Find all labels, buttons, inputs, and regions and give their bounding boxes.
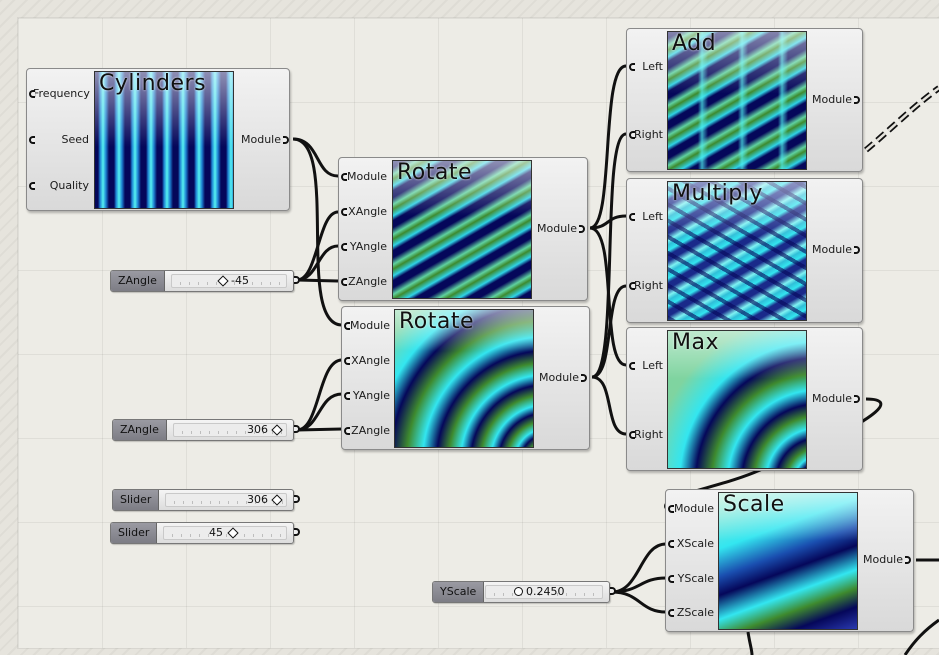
wire-r1-add[interactable] [589,64,627,230]
max-node[interactable]: Left Right Max Module [626,327,863,471]
slider-1[interactable]: Slider 306 [112,489,300,511]
output-module[interactable]: Module [812,243,860,256]
zangle-slider-2[interactable]: ZAngle 306 [112,419,300,441]
cylinders-node[interactable]: Frequency Seed Quality Cylinders Module [26,68,290,211]
input-module[interactable]: Module [341,170,387,183]
add-title: Add [672,31,717,56]
slider-label: ZAngle [111,271,165,291]
rotate-node-1[interactable]: Module XAngle YAngle ZAngle Rotate Modul… [338,157,588,301]
slider-label: YScale [433,582,485,602]
slider-value: -45 [231,274,249,287]
wire-r2-max[interactable] [591,375,627,436]
slider-2[interactable]: Slider 45 [110,522,300,544]
rotate-node-2[interactable]: Module XAngle YAngle ZAngle Rotate Modul… [341,306,590,450]
scale-title: Scale [723,492,785,517]
max-title: Max [672,330,719,355]
rotate-2-preview: Rotate [394,309,534,448]
slider-value: 45 [209,526,223,539]
input-zscale[interactable]: ZScale [668,606,714,619]
slider-value: 306 [247,423,268,436]
rotate-1-title: Rotate [397,160,473,185]
input-zangle[interactable]: ZAngle [341,275,387,288]
wire-z2-z[interactable] [296,427,343,432]
multiply-preview: Multiply [667,181,807,321]
wire-add-out-dashed-inner [865,86,939,151]
slider-value: 0.2450 [526,585,565,598]
add-node[interactable]: Left Right Add Module [626,28,863,172]
output-module[interactable]: Module [812,93,860,106]
wire-z2-y[interactable] [296,392,343,432]
add-preview: Add [667,31,807,170]
yscale-slider[interactable]: YScale 0.2450 [432,581,616,603]
slider-track[interactable] [163,526,287,540]
multiply-node[interactable]: Left Right Multiply Module [626,178,863,323]
wire-z1-z[interactable] [296,278,339,283]
input-xscale[interactable]: XScale [668,537,714,550]
input-module[interactable]: Module [668,502,714,515]
slider-track[interactable] [165,493,287,507]
wire-scale-down[interactable] [746,631,754,655]
rotate-2-title: Rotate [399,309,475,334]
slider-knob[interactable] [514,587,523,596]
input-module[interactable]: Module [344,319,390,332]
input-seed[interactable]: Seed [29,133,89,146]
slider-label: ZAngle [113,420,167,440]
output-module[interactable]: Module [863,553,911,566]
input-right[interactable]: Right [629,128,663,141]
input-left[interactable]: Left [629,359,663,372]
scale-node[interactable]: Module XScale YScale ZScale Scale Module [665,489,914,632]
output-module[interactable]: Module [241,133,289,146]
input-xangle[interactable]: XAngle [344,354,390,367]
slider-label: Slider [113,490,160,510]
slider-value: 306 [247,493,268,506]
input-yangle[interactable]: YAngle [344,389,390,402]
input-quality[interactable]: Quality [29,179,89,192]
wire-ys-z[interactable] [611,590,667,614]
input-left[interactable]: Left [629,210,663,223]
wire-r1-mul[interactable] [589,214,627,230]
slider-track[interactable] [171,274,287,288]
output-module[interactable]: Module [539,371,587,384]
input-right[interactable]: Right [629,428,663,441]
input-frequency[interactable]: Frequency [29,87,90,100]
input-yangle[interactable]: YAngle [341,240,387,253]
input-zangle[interactable]: ZAngle [344,424,390,437]
slider-track[interactable] [173,423,287,437]
slider-label: Slider [111,523,158,543]
rotate-1-preview: Rotate [392,160,532,299]
input-xangle[interactable]: XAngle [341,205,387,218]
output-module[interactable]: Module [537,222,585,235]
zangle-slider-1[interactable]: ZAngle -45 [110,270,300,292]
multiply-title: Multiply [672,181,763,206]
max-preview: Max [667,330,807,469]
scale-preview: Scale [718,492,858,630]
output-module[interactable]: Module [812,392,860,405]
input-left[interactable]: Left [629,60,663,73]
input-right[interactable]: Right [629,279,663,292]
input-yscale[interactable]: YScale [668,572,714,585]
cylinders-preview: Cylinders [94,71,234,209]
wire-cyl-rot2[interactable] [292,137,343,327]
cylinders-title: Cylinders [99,71,207,96]
